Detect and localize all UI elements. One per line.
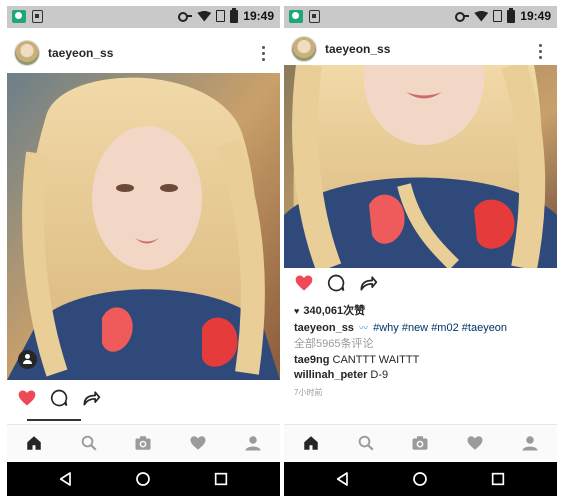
comment-username[interactable]: willinah_peter: [294, 369, 367, 381]
hashtag-taeyeon[interactable]: #taeyeon: [462, 322, 507, 334]
recents-icon[interactable]: [490, 471, 506, 487]
photo-image: [284, 65, 557, 268]
post-photo[interactable]: [7, 73, 280, 380]
comment-button[interactable]: [49, 388, 69, 408]
android-nav-bar: [284, 462, 557, 496]
comment-icon: [50, 389, 68, 407]
post-username[interactable]: taeyeon_ss: [48, 46, 113, 60]
post-header: taeyeon_ss: [284, 31, 557, 67]
nav-home[interactable]: [299, 431, 323, 455]
post-meta: ♥ 340,061次赞 taeyeon_ss 〰 #why #new #m02 …: [294, 304, 549, 400]
profile-icon: [522, 436, 538, 451]
more-options-icon[interactable]: [262, 46, 266, 61]
comment-row: tae9ng CANTTT WAITTT: [294, 353, 549, 368]
status-time: 19:49: [520, 9, 551, 23]
recents-icon[interactable]: [213, 471, 229, 487]
post-photo[interactable]: [284, 65, 557, 268]
camera-icon: [135, 436, 151, 450]
tagged-users-icon[interactable]: [18, 350, 37, 369]
like-button[interactable]: [294, 273, 314, 293]
comment-text: D-9: [370, 369, 389, 381]
sim-icon: [493, 10, 503, 22]
wifi-icon: [474, 10, 489, 22]
comment-text: CANTTT WAITTT: [332, 354, 420, 366]
back-icon[interactable]: [58, 471, 74, 487]
home-circle-icon[interactable]: [412, 471, 428, 487]
notification-icon: [32, 10, 43, 23]
verified-icon: 〰: [359, 323, 369, 333]
activity-heart-icon: [467, 436, 483, 450]
nav-activity[interactable]: [186, 431, 210, 455]
battery-icon: [230, 7, 239, 23]
likes-count[interactable]: ♥ 340,061次赞: [294, 304, 549, 319]
search-icon: [358, 435, 374, 451]
comment-username[interactable]: tae9ng: [294, 354, 329, 366]
nav-activity[interactable]: [463, 431, 487, 455]
view-all-comments-link[interactable]: 全部5965条评论: [294, 337, 549, 352]
sim-icon: [216, 10, 226, 22]
small-heart-icon: ♥: [294, 306, 300, 316]
post-caption: taeyeon_ss 〰 #why #new #m02 #taeyeon: [294, 321, 549, 336]
nav-profile[interactable]: [241, 431, 265, 455]
wifi-icon: [197, 10, 212, 22]
more-options-icon[interactable]: [539, 44, 543, 59]
app-notification-icon: [12, 10, 26, 23]
back-icon[interactable]: [335, 471, 351, 487]
status-bar: 19:49: [7, 6, 280, 28]
hashtag-m02[interactable]: #m02: [431, 322, 459, 334]
status-bar: 19:49: [284, 6, 557, 28]
android-nav-bar: [7, 462, 280, 496]
caption-username[interactable]: taeyeon_ss: [294, 322, 354, 334]
post-username[interactable]: taeyeon_ss: [325, 42, 390, 56]
heart-icon: [18, 390, 36, 406]
share-button[interactable]: [358, 273, 378, 293]
right-phone-screen: 19:49 taeyeon_ss ♥ 340,061次赞 taeyeon_ss …: [284, 6, 557, 496]
post-actions: [7, 383, 280, 413]
bottom-nav: [7, 424, 280, 461]
nav-search[interactable]: [354, 431, 378, 455]
nav-profile[interactable]: [518, 431, 542, 455]
comment-icon: [327, 274, 345, 292]
share-icon: [360, 276, 378, 291]
post-timestamp: 7小时前: [294, 388, 323, 397]
nav-camera[interactable]: [408, 431, 432, 455]
heart-icon: [295, 275, 313, 291]
comment-button[interactable]: [326, 273, 346, 293]
home-icon: [27, 436, 42, 450]
photo-image: [7, 73, 280, 380]
like-button[interactable]: [17, 388, 37, 408]
home-circle-icon[interactable]: [135, 471, 151, 487]
activity-heart-icon: [190, 436, 206, 450]
notification-icon: [309, 10, 320, 23]
profile-icon: [245, 436, 261, 451]
home-icon: [304, 436, 319, 450]
vpn-key-icon: [178, 12, 193, 22]
nav-camera[interactable]: [131, 431, 155, 455]
status-time: 19:49: [243, 9, 274, 23]
hashtag-new[interactable]: #new: [402, 322, 428, 334]
hashtag-why[interactable]: #why: [373, 322, 399, 334]
share-icon: [83, 391, 101, 406]
avatar[interactable]: [14, 40, 40, 66]
post-header: taeyeon_ss: [7, 33, 280, 73]
comment-row: willinah_peter D-9: [294, 368, 549, 383]
bottom-nav: [284, 424, 557, 461]
nav-home[interactable]: [22, 431, 46, 455]
likes-text: 340,061次赞: [303, 305, 366, 317]
app-notification-icon: [289, 10, 303, 23]
avatar[interactable]: [291, 36, 317, 62]
likes-count-clipped: [27, 417, 87, 421]
share-button[interactable]: [81, 388, 101, 408]
left-phone-screen: 19:49 taeyeon_ss: [7, 6, 280, 496]
vpn-key-icon: [455, 12, 470, 22]
camera-icon: [412, 436, 428, 450]
nav-search[interactable]: [77, 431, 101, 455]
search-icon: [81, 435, 97, 451]
post-actions: [284, 268, 557, 298]
battery-icon: [507, 7, 516, 23]
